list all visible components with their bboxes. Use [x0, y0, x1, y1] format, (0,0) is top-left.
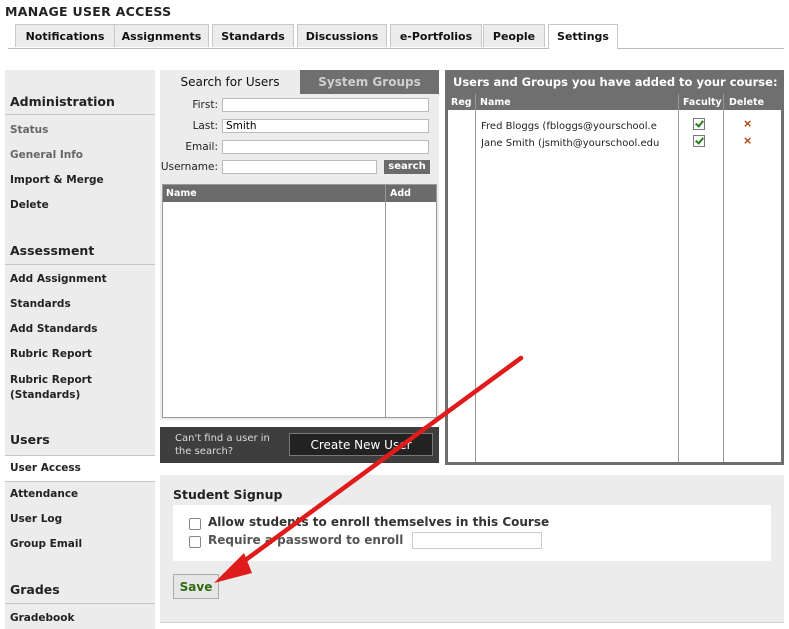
sidebar-item-general-info[interactable]: General Info — [10, 149, 83, 161]
sidebar-item-attendance[interactable]: Attendance — [10, 488, 78, 500]
sidebar-item-delete[interactable]: Delete — [10, 199, 49, 211]
tab-settings[interactable]: Settings — [548, 24, 618, 49]
require-password-label: Require a password to enroll — [208, 533, 404, 547]
sidebar-item-add-standards[interactable]: Add Standards — [10, 323, 98, 335]
course-users-panel: Users and Groups you have added to your … — [445, 70, 784, 465]
delete-icon[interactable]: × — [743, 117, 752, 130]
faculty-checkbox-checked-icon[interactable] — [693, 118, 705, 130]
column-divider — [678, 94, 679, 462]
create-user-bar: Can't find a user in the search? Create … — [160, 427, 439, 463]
sidebar-item-status[interactable]: Status — [10, 124, 48, 136]
first-name-label: First: — [192, 99, 218, 111]
column-divider — [475, 94, 476, 462]
tab-people[interactable]: People — [483, 24, 545, 47]
column-header-add: Add — [390, 188, 411, 199]
sidebar-item-rubric-report[interactable]: Rubric Report — [10, 348, 92, 360]
sidebar-item-gradebook[interactable]: Gradebook — [10, 612, 74, 624]
cant-find-user-text: Can't find a user in the search? — [175, 433, 270, 457]
sidebar-heading-grades: Grades — [10, 582, 60, 597]
save-button[interactable]: Save — [173, 574, 219, 599]
table-row-name: Fred Bloggs (fbloggs@yourschool.e — [481, 121, 657, 132]
sidebar: Administration Status General Info Impor… — [5, 70, 155, 629]
search-results-list: Name Add — [162, 184, 437, 418]
tab-search-for-users[interactable]: Search for Users — [160, 70, 300, 94]
column-header-delete: Delete — [729, 97, 765, 108]
username-input[interactable] — [222, 160, 377, 174]
column-header-faculty: Faculty — [683, 97, 722, 108]
allow-self-enroll-label: Allow students to enroll themselves in t… — [208, 515, 550, 529]
search-results-header: Name Add — [163, 185, 436, 202]
tab-discussions[interactable]: Discussions — [297, 24, 387, 47]
tab-e-portfolios[interactable]: e-Portfolios — [390, 24, 482, 47]
allow-self-enroll-checkbox[interactable] — [189, 518, 201, 530]
column-header-reg: Reg — [451, 97, 472, 108]
tab-assignments[interactable]: Assignments — [114, 24, 209, 47]
user-search-panel: Search for Users System Groups First: La… — [160, 70, 439, 420]
column-header-name: Name — [480, 97, 511, 108]
sidebar-item-standards[interactable]: Standards — [10, 298, 71, 310]
course-users-title: Users and Groups you have added to your … — [453, 75, 778, 89]
sidebar-item-rubric-report-standards[interactable]: Rubric Report (Standards) — [10, 373, 110, 403]
create-new-user-button[interactable]: Create New User — [289, 433, 433, 456]
table-row-name: Jane Smith (jsmith@yourschool.edu — [481, 138, 660, 149]
tab-bar: Notifications Assignments Standards Disc… — [8, 24, 784, 49]
column-divider — [723, 94, 724, 462]
course-users-header: Reg Name Faculty Delete — [448, 94, 781, 110]
last-name-input[interactable] — [222, 119, 429, 133]
username-label: Username: — [160, 161, 218, 173]
student-signup-section: Student Signup Allow students to enroll … — [160, 475, 784, 622]
search-button[interactable]: search — [384, 160, 430, 174]
divider — [160, 622, 784, 623]
tab-system-groups[interactable]: System Groups — [300, 70, 439, 94]
sidebar-item-label: Rubric Report (Standards) — [10, 374, 92, 401]
column-divider — [385, 185, 386, 417]
require-password-checkbox[interactable] — [189, 536, 201, 548]
page-title: MANAGE USER ACCESS — [5, 4, 172, 19]
email-label: Email: — [185, 141, 218, 153]
sidebar-item-user-log[interactable]: User Log — [10, 513, 62, 525]
sidebar-heading-assessment: Assessment — [10, 243, 95, 258]
faculty-checkbox-checked-icon[interactable] — [693, 135, 705, 147]
column-header-name: Name — [166, 188, 197, 199]
course-users-table: Reg Name Faculty Delete Fred Bloggs (fbl… — [448, 94, 781, 462]
sidebar-item-import-merge[interactable]: Import & Merge — [10, 174, 104, 186]
sidebar-item-group-email[interactable]: Group Email — [10, 538, 82, 550]
first-name-input[interactable] — [222, 98, 429, 112]
tab-standards[interactable]: Standards — [212, 24, 294, 47]
tab-notifications[interactable]: Notifications — [15, 24, 115, 47]
enroll-password-input[interactable] — [412, 532, 542, 549]
sidebar-item-user-access[interactable]: User Access — [10, 462, 81, 474]
sidebar-heading-administration: Administration — [10, 94, 115, 109]
delete-icon[interactable]: × — [743, 134, 752, 147]
last-name-label: Last: — [192, 120, 218, 132]
email-input[interactable] — [222, 140, 429, 154]
sidebar-item-add-assignment[interactable]: Add Assignment — [10, 273, 107, 285]
sidebar-heading-users: Users — [10, 432, 50, 447]
student-signup-title: Student Signup — [173, 487, 283, 502]
